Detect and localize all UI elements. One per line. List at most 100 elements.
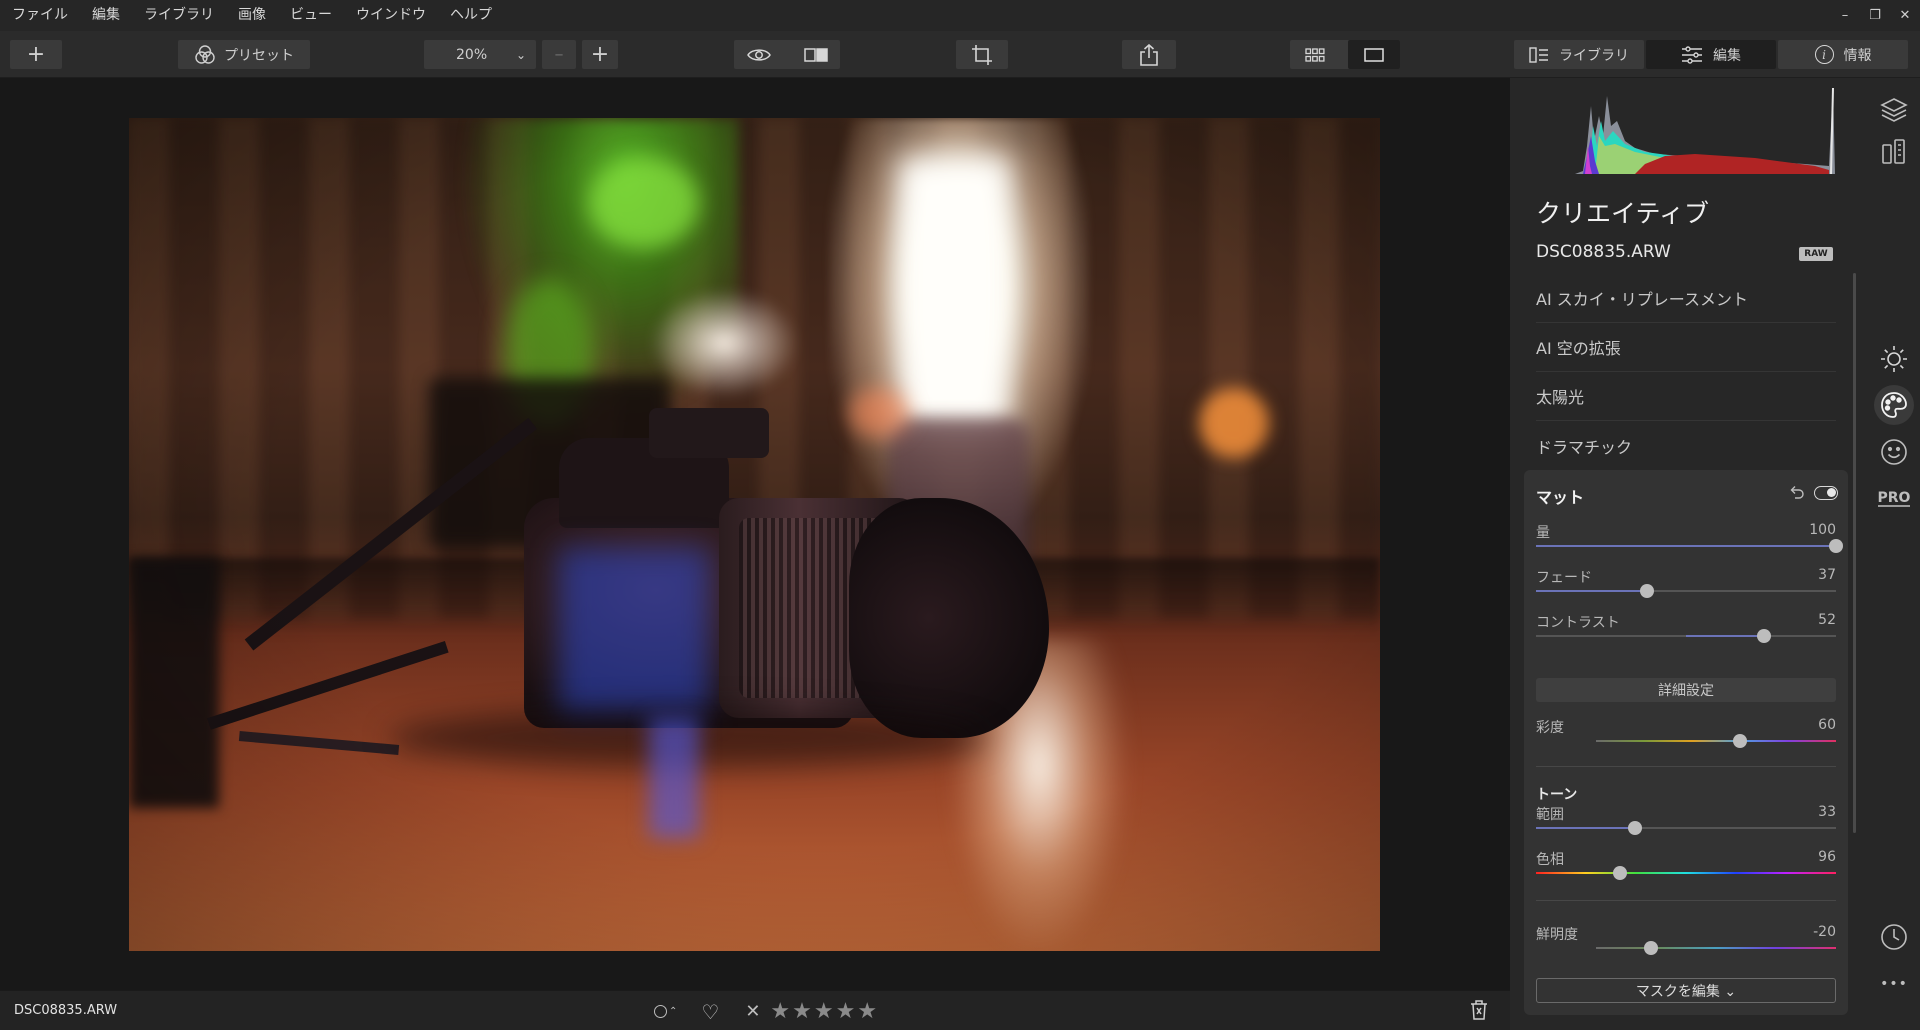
crop-button[interactable] <box>956 40 1008 69</box>
divider <box>1536 766 1836 767</box>
minimize-button[interactable]: – <box>1830 0 1860 31</box>
slider-value: -20 <box>1813 924 1836 940</box>
slider-knob[interactable] <box>1733 734 1747 748</box>
grid-view-button[interactable] <box>1290 40 1340 69</box>
slider-knob[interactable] <box>1640 584 1654 598</box>
slider-label: 彩度 <box>1536 720 1564 736</box>
tool-sunrays[interactable]: 太陽光 <box>1536 372 1836 421</box>
slider-track[interactable] <box>1536 635 1836 637</box>
star-icon[interactable]: ★ <box>836 999 856 1024</box>
tool-label: ドラマチック <box>1536 437 1633 457</box>
zoom-in-button[interactable]: + <box>582 40 618 69</box>
divider <box>1536 900 1836 901</box>
slider-range[interactable]: 範囲 33 <box>1536 804 1836 840</box>
slider-value: 60 <box>1818 717 1836 733</box>
star-icon[interactable]: ★ <box>770 999 790 1024</box>
slider-fade[interactable]: フェード 37 <box>1536 567 1836 603</box>
menu-help[interactable]: ヘルプ <box>438 0 504 31</box>
rail-creative[interactable] <box>1868 385 1920 425</box>
flag-button[interactable]: ⌃ <box>654 1005 677 1018</box>
slider-vibrance[interactable]: 鮮明度 -20 <box>1536 924 1836 960</box>
slider-track[interactable] <box>1596 947 1836 949</box>
rail-more[interactable]: ••• <box>1868 964 1920 1004</box>
delete-button[interactable] <box>1470 1000 1488 1024</box>
photo-preview[interactable] <box>129 118 1380 951</box>
menu-file[interactable]: ファイル <box>0 0 80 31</box>
slider-saturation[interactable]: 彩度 60 <box>1536 717 1836 753</box>
share-button[interactable] <box>1122 40 1176 69</box>
reset-button[interactable] <box>1789 485 1805 503</box>
zoom-out-button[interactable]: – <box>542 40 576 69</box>
slider-track[interactable] <box>1536 872 1836 874</box>
menu-image[interactable]: 画像 <box>226 0 278 31</box>
tab-edit[interactable]: 編集 <box>1646 40 1776 69</box>
edit-mask-button[interactable]: マスクを編集 ⌄ <box>1536 978 1836 1003</box>
window-controls: – ❐ ✕ <box>1830 0 1920 31</box>
tool-dramatic[interactable]: ドラマチック <box>1536 421 1836 470</box>
close-button[interactable]: ✕ <box>1890 0 1920 31</box>
slider-value: 100 <box>1809 522 1836 538</box>
slider-hue[interactable]: 色相 96 <box>1536 849 1836 885</box>
reject-icon[interactable]: ✕ <box>745 1001 760 1022</box>
slider-track[interactable] <box>1596 740 1836 742</box>
tab-library[interactable]: ライブラリ <box>1514 40 1644 69</box>
rail-essentials[interactable] <box>1868 132 1920 172</box>
slider-track[interactable] <box>1536 590 1836 592</box>
layout-group <box>1290 40 1400 69</box>
advanced-settings-button[interactable]: 詳細設定 <box>1536 678 1836 702</box>
presets-button[interactable]: プリセット <box>178 40 310 69</box>
slider-track[interactable] <box>1536 545 1836 547</box>
rail-layers[interactable] <box>1868 90 1920 130</box>
menu-library[interactable]: ライブラリ <box>132 0 226 31</box>
heart-icon[interactable]: ♡ <box>701 1000 719 1024</box>
slider-track[interactable] <box>1536 827 1836 829</box>
library-icon <box>1529 46 1548 63</box>
sun-icon <box>1881 346 1907 372</box>
tab-library-label: ライブラリ <box>1559 47 1629 64</box>
menu-window[interactable]: ウインドウ <box>344 0 438 31</box>
slider-value: 37 <box>1818 567 1836 583</box>
compare-button[interactable] <box>791 40 840 69</box>
add-photos-button[interactable]: + <box>10 40 62 69</box>
star-icon[interactable]: ★ <box>792 999 812 1024</box>
tool-category-rail: PRO ••• <box>1868 78 1920 1030</box>
rail-light[interactable] <box>1868 339 1920 379</box>
circle-icon <box>654 1005 667 1018</box>
slider-knob[interactable] <box>1757 629 1771 643</box>
matte-tool-card: マット 量 100 フェード 37 コントラスト 52 詳細設定 彩度 60 ト… <box>1524 470 1848 1015</box>
info-icon: i <box>1814 45 1834 64</box>
star-rating[interactable]: ★ ★ ★ ★ ★ <box>770 999 877 1024</box>
rail-pro[interactable]: PRO <box>1868 479 1920 519</box>
preview-original-button[interactable] <box>734 40 783 69</box>
menu-edit[interactable]: 編集 <box>80 0 132 31</box>
more-icon: ••• <box>1880 976 1908 992</box>
restore-button[interactable]: ❐ <box>1860 0 1890 31</box>
single-view-button[interactable] <box>1348 40 1400 69</box>
tool-ai-sky-replacement[interactable]: AI スカイ・リプレースメント <box>1536 274 1836 323</box>
tab-info-label: 情報 <box>1843 47 1872 64</box>
image-canvas[interactable] <box>0 78 1510 990</box>
slider-knob[interactable] <box>1613 866 1627 880</box>
slider-label: 色相 <box>1536 852 1564 868</box>
slider-contrast[interactable]: コントラスト 52 <box>1536 612 1836 648</box>
info-glyph: i <box>1822 47 1826 62</box>
panel-scrollbar[interactable] <box>1853 273 1856 833</box>
star-icon[interactable]: ★ <box>814 999 834 1024</box>
slider-knob[interactable] <box>1644 941 1659 955</box>
slider-fill <box>1536 827 1635 829</box>
menu-view[interactable]: ビュー <box>278 0 344 31</box>
slider-fill <box>1536 545 1836 547</box>
tool-ai-sky-extension[interactable]: AI 空の拡張 <box>1536 323 1836 372</box>
zoom-select[interactable]: 20% ⌄ <box>424 40 536 69</box>
star-icon[interactable]: ★ <box>857 999 877 1024</box>
slider-amount[interactable]: 量 100 <box>1536 522 1843 558</box>
slider-value: 52 <box>1818 612 1836 628</box>
matte-title: マット <box>1536 488 1585 507</box>
tool-label: 太陽光 <box>1536 388 1585 407</box>
rail-portrait[interactable] <box>1868 432 1920 472</box>
slider-knob[interactable] <box>1829 539 1843 553</box>
tab-info[interactable]: i 情報 <box>1778 40 1908 69</box>
rail-history[interactable] <box>1868 917 1920 957</box>
slider-knob[interactable] <box>1628 821 1642 835</box>
matte-toggle[interactable] <box>1814 486 1838 500</box>
